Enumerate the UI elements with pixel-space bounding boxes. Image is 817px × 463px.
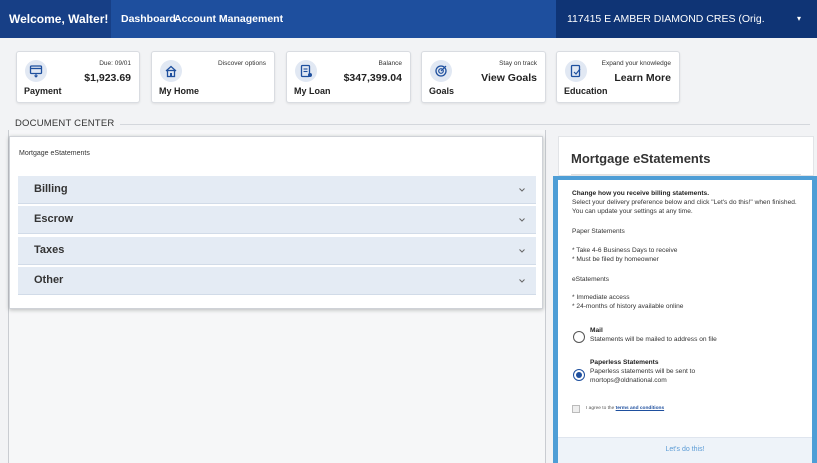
card-title: Mortgage eStatements: [19, 150, 90, 157]
divider: [571, 174, 801, 175]
terms-checkbox[interactable]: [572, 405, 580, 413]
welcome-message: Welcome, Walter!: [0, 0, 111, 38]
estatements-settings-form: Change how you receive billing statement…: [558, 180, 812, 463]
terms-link[interactable]: terms and conditions: [616, 406, 665, 411]
lets-do-this-button[interactable]: Let's do this!: [558, 446, 812, 453]
education-tagline: Expand your knowledge: [601, 60, 671, 67]
accordion-billing[interactable]: Billing: [18, 176, 536, 204]
my-loan-card[interactable]: Balance $347,399.04 My Loan: [286, 51, 411, 103]
estatements-header: Mortgage eStatements: [558, 136, 814, 176]
goals-tagline: Stay on track: [499, 60, 537, 67]
accordion-label: Other: [34, 274, 64, 286]
loan-label: My Loan: [294, 86, 331, 96]
view-goals-link[interactable]: View Goals: [481, 72, 537, 84]
paperless-option-title: Paperless Statements: [590, 359, 659, 366]
terms-agreement: I agree to the terms and conditions: [586, 406, 664, 411]
goals-label: Goals: [429, 86, 455, 96]
accordion-label: Escrow: [34, 213, 74, 225]
mail-option-desc: Statements will be mailed to address on …: [590, 336, 717, 343]
action-bar: Let's do this!: [558, 437, 812, 463]
education-card[interactable]: Expand your knowledge Learn More Educati…: [556, 51, 680, 103]
home-label: My Home: [159, 86, 200, 96]
paperless-email: mortops@oldnational.com: [590, 377, 667, 384]
target-icon: [430, 60, 452, 82]
home-tagline: Discover options: [217, 60, 266, 67]
top-navigation-bar: Welcome, Walter! Dashboard Account Manag…: [0, 0, 817, 63]
accordion-label: Taxes: [34, 244, 65, 256]
chevron-down-icon: [519, 279, 525, 283]
estatements-point: * Immediate access: [572, 294, 630, 301]
mail-option-title: Mail: [590, 327, 603, 334]
paper-heading: Paper Statements: [572, 228, 625, 235]
home-icon: [160, 60, 182, 82]
loan-document-icon: [295, 60, 317, 82]
terms-prefix: I agree to the: [586, 406, 616, 411]
intro-text: Select your delivery preference below an…: [572, 199, 797, 215]
accordion-taxes[interactable]: Taxes: [18, 237, 536, 265]
my-home-card[interactable]: Discover options My Home: [151, 51, 275, 103]
estatements-settings-panel: Change how you receive billing statement…: [553, 176, 817, 463]
intro-heading: Change how you receive billing statement…: [572, 190, 710, 197]
loan-balance-label: Balance: [378, 60, 403, 67]
payment-card[interactable]: Due: 09/01 $1,923.69 Payment: [16, 51, 140, 103]
paperless-radio[interactable]: [573, 369, 585, 381]
chevron-down-icon: [519, 218, 525, 222]
payment-icon: [25, 60, 47, 82]
paper-point: * Must be filed by homeowner: [572, 256, 659, 263]
payment-amount: $1,923.69: [84, 72, 131, 84]
loan-balance: $347,399.04: [343, 72, 402, 84]
education-icon: [565, 60, 587, 82]
goals-card[interactable]: Stay on track View Goals Goals: [421, 51, 546, 103]
nav-account-management[interactable]: Account Management: [174, 0, 283, 38]
chevron-down-icon: [519, 249, 525, 253]
divider: [120, 124, 810, 125]
estatements-heading: eStatements: [572, 276, 610, 283]
payment-due-date: Due: 09/01: [99, 60, 131, 67]
nav-dashboard[interactable]: Dashboard: [121, 0, 176, 38]
document-center-heading: DOCUMENT CENTER: [15, 118, 115, 129]
estatements-title: Mortgage eStatements: [571, 151, 711, 166]
paper-point: * Take 4-6 Business Days to receive: [572, 247, 678, 254]
education-label: Education: [564, 86, 608, 96]
estatements-point: * 24-months of history available online: [572, 303, 684, 310]
paperless-option-desc: Paperless statements will be sent to: [590, 368, 696, 375]
accordion-escrow[interactable]: Escrow: [18, 206, 536, 234]
accordion-label: Billing: [34, 183, 68, 195]
loan-selector[interactable]: 117415 E AMBER DIAMOND CRES (Orig. $288,…: [556, 0, 817, 63]
mail-radio[interactable]: [573, 331, 585, 343]
learn-more-link[interactable]: Learn More: [614, 72, 671, 84]
payment-label: Payment: [24, 86, 62, 96]
accordion-other[interactable]: Other: [18, 267, 536, 295]
chevron-down-icon: ▾: [796, 14, 801, 23]
chevron-down-icon: [519, 188, 525, 192]
